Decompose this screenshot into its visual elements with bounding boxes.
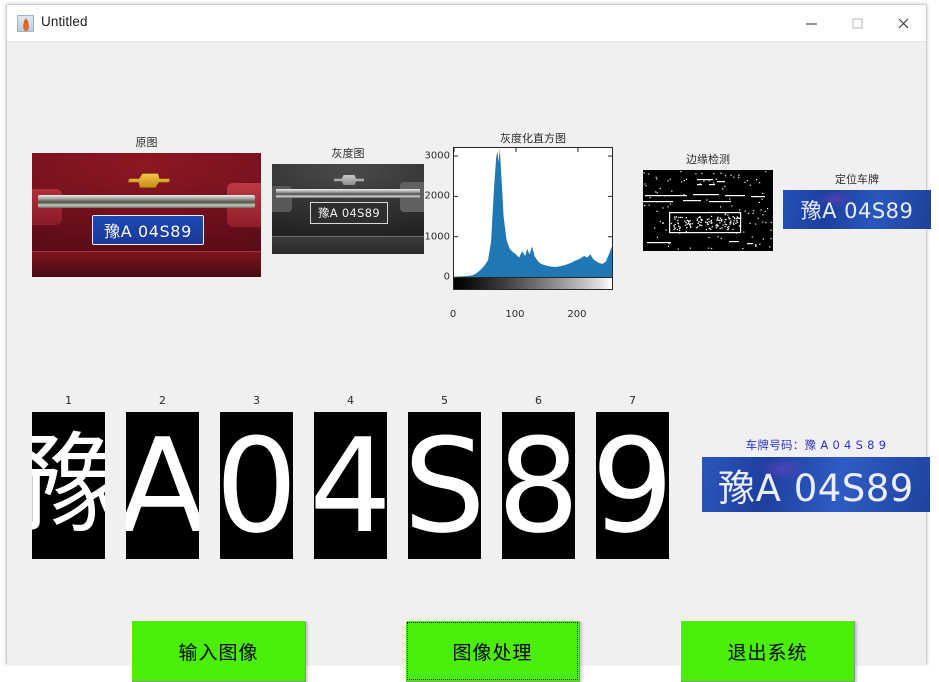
matlab-icon [17,15,34,32]
result-plate-text: 豫A 04S89 [718,466,914,510]
character-index-label: 7 [629,394,636,407]
located-plate-text: 豫A 04S89 [800,198,914,223]
segmented-character-3: 0 [220,412,293,559]
character-index-label: 6 [535,394,542,407]
histogram-x-axis: 0 100 200 [450,290,613,320]
segmented-character-7: 9 [596,412,669,559]
window-title: Untitled [41,14,88,29]
histogram-series [454,148,612,277]
histogram-y-tick: 0 [443,271,450,283]
histogram-x-tick: 100 [505,309,525,320]
segmented-character-2: A [126,412,199,559]
histogram-plot: 0 1000 2000 3000 [425,147,613,283]
gray-image: 豫A 04S89 [272,164,424,254]
segmented-character-6: 8 [502,412,575,559]
located-plate-image: 豫A 04S89 [783,190,931,229]
histogram-x-tick: 0 [449,309,457,320]
segmented-character-glyph: A [126,412,199,559]
segmented-character-glyph: 0 [220,412,293,559]
character-index-label: 4 [347,394,354,407]
application-window: Untitled 原图 豫A 04S89 灰度图 豫A 04S89 灰度化直方图… [6,4,931,682]
client-area: 原图 豫A 04S89 灰度图 豫A 04S89 灰度化直方图 0 1000 2… [7,42,931,682]
segmented-character-glyph: S [408,412,481,559]
recognition-result-panel: 车牌号码：豫 A 0 4 S 8 9 豫A 04S89 [702,437,930,512]
histogram-y-tick: 3000 [424,150,450,162]
segmented-character-4: 4 [314,412,387,559]
original-image: 豫A 04S89 [32,153,261,277]
edge-detection-image [643,170,773,251]
segmented-character-glyph: 豫 [32,422,105,548]
character-index-label: 2 [159,394,166,407]
original-image-title: 原图 [135,136,158,149]
segmented-character-glyph: 4 [314,412,387,559]
result-plate-image: 豫A 04S89 [702,457,930,512]
plate-number-label: 车牌号码：豫 A 0 4 S 8 9 [745,438,887,452]
histogram-y-tick: 1000 [424,231,450,243]
segmented-character-glyph: 9 [596,412,669,559]
histogram-panel: 0 1000 2000 3000 0 100 200 [425,147,613,320]
located-plate-title: 定位车牌 [835,173,879,186]
segmented-character-5: S [408,412,481,559]
gray-plate-text: 豫A 04S89 [318,206,380,220]
gray-image-title: 灰度图 [331,147,365,160]
segmented-character-1: 豫 [32,412,105,559]
histogram-title: 灰度化直方图 [500,132,566,145]
input-image-button[interactable]: 输入图像 [131,620,306,682]
exit-system-button[interactable]: 退出系统 [680,620,855,682]
minimize-icon[interactable] [788,5,834,41]
gray-plate: 豫A 04S89 [310,202,388,224]
histogram-x-tick: 200 [567,309,587,320]
edge-detection-canvas [643,170,772,250]
edge-image-title: 边缘检测 [686,153,730,166]
character-index-label: 5 [441,394,448,407]
maximize-icon[interactable] [834,5,880,41]
original-plate-text: 豫A 04S89 [104,222,192,241]
process-image-button[interactable]: 图像处理 [405,620,580,682]
segmented-character-glyph: 8 [502,412,575,559]
original-plate: 豫A 04S89 [92,215,204,245]
character-index-label: 1 [65,394,72,407]
histogram-y-tick: 2000 [424,190,450,202]
close-icon[interactable] [880,5,926,41]
title-bar: Untitled [7,5,926,42]
character-index-label: 3 [253,394,260,407]
histogram-colorbar [453,278,613,290]
segmented-characters-row: 1豫2A30445S6879 [32,394,682,559]
